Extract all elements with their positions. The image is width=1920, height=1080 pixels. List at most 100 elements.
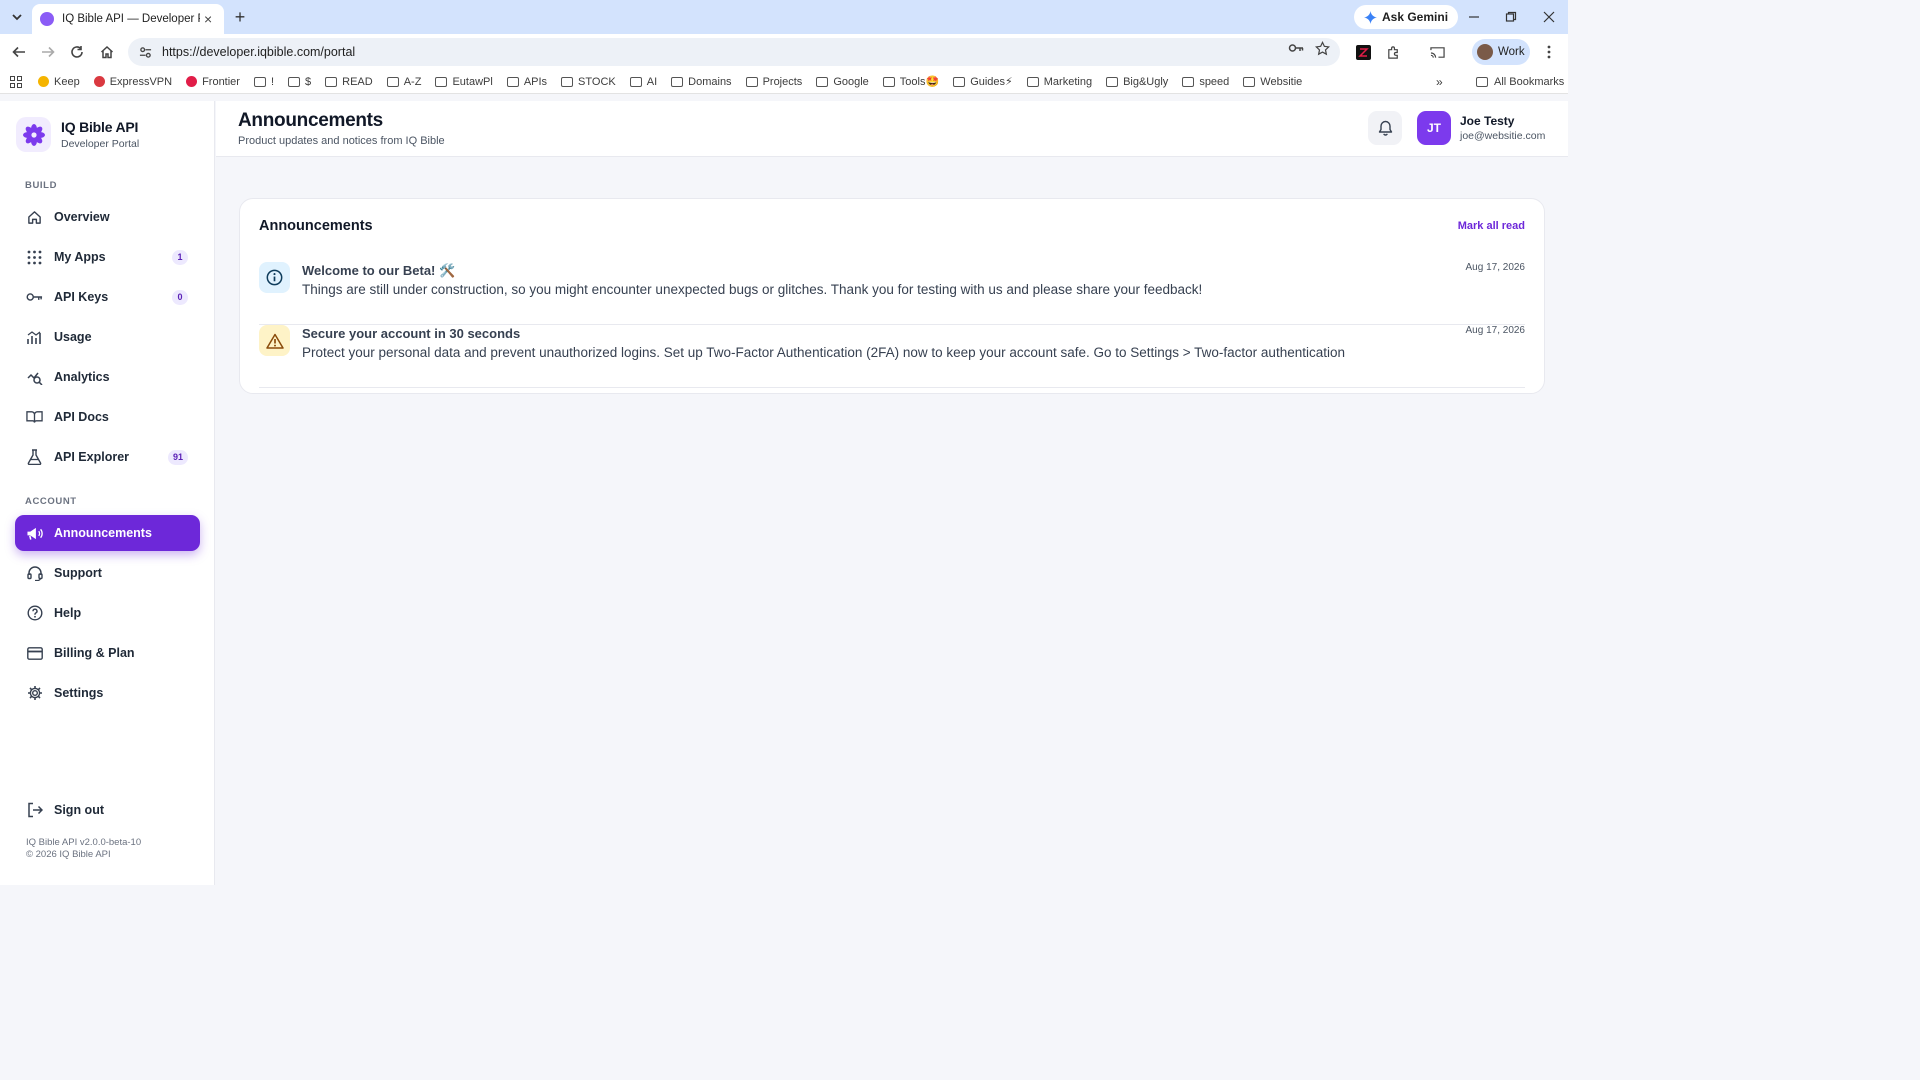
- restore-icon[interactable]: [1500, 6, 1522, 28]
- folder-icon: [745, 76, 758, 87]
- bookmark-item[interactable]: ExpressVPN: [93, 76, 172, 88]
- browser-tab-active[interactable]: IQ Bible API — Developer Portal ×: [32, 4, 224, 34]
- sidebar-item-analytics[interactable]: Analytics: [15, 359, 200, 395]
- brand[interactable]: IQ Bible API Developer Portal: [16, 117, 139, 152]
- bookmark-item[interactable]: Guides⚡: [953, 75, 1013, 88]
- bookmark-star-icon[interactable]: [1313, 39, 1331, 57]
- extensions-puzzle-icon[interactable]: [1382, 41, 1404, 63]
- sidebar-item-label: Announcements: [54, 526, 152, 540]
- sidebar-item-api-explorer[interactable]: API Explorer 91: [15, 439, 200, 475]
- section-label-build: BUILD: [25, 180, 58, 191]
- bookmark-item[interactable]: Keep: [38, 76, 80, 88]
- cast-icon[interactable]: [1426, 41, 1448, 63]
- count-badge: 0: [172, 289, 188, 305]
- user-avatar[interactable]: JT: [1417, 111, 1451, 145]
- sidebar-item-help[interactable]: Help: [15, 595, 200, 631]
- sidebar-item-usage[interactable]: Usage: [15, 319, 200, 355]
- grid-icon: [26, 249, 43, 266]
- sidebar-item-api-keys[interactable]: API Keys 0: [15, 279, 200, 315]
- bookmark-label: !: [270, 75, 275, 88]
- announcement-body: Protect your personal data and prevent u…: [302, 345, 1345, 360]
- section-label-account: ACCOUNT: [25, 496, 77, 507]
- extension-z-icon[interactable]: [1352, 41, 1374, 63]
- bookmark-item[interactable]: Google: [816, 75, 869, 88]
- sign-out-button[interactable]: Sign out: [15, 792, 200, 828]
- bookmark-item[interactable]: AI: [629, 76, 657, 88]
- bookmark-item[interactable]: A-Z: [386, 76, 421, 88]
- expressvpn-icon: [93, 76, 105, 87]
- sidebar-item-settings[interactable]: Settings: [15, 675, 200, 711]
- folder-icon: [1026, 76, 1039, 87]
- bookmark-item[interactable]: $: [288, 76, 311, 88]
- browser-menu-icon[interactable]: [1538, 41, 1560, 63]
- bookmark-item[interactable]: EutawPl: [435, 76, 493, 88]
- sidebar-item-label: Support: [54, 566, 102, 580]
- keep-icon: [38, 76, 49, 87]
- close-window-icon[interactable]: [1538, 6, 1560, 28]
- minimize-icon[interactable]: [1463, 6, 1485, 28]
- user-name[interactable]: Joe Testy: [1460, 114, 1514, 128]
- sidebar-item-support[interactable]: Support: [15, 555, 200, 591]
- bookmark-label: Google: [833, 75, 869, 88]
- bookmark-item[interactable]: Projects: [745, 76, 802, 88]
- home-button-icon[interactable]: [96, 41, 118, 63]
- site-settings-icon[interactable]: [136, 43, 154, 61]
- all-bookmarks-button[interactable]: All Bookmarks: [1476, 76, 1564, 88]
- sidebar-item-label: API Keys: [54, 290, 109, 304]
- sidebar-item-api-docs[interactable]: API Docs: [15, 399, 200, 435]
- bookmark-item[interactable]: Frontier: [186, 76, 240, 88]
- sidebar-item-label: Settings: [54, 686, 104, 700]
- bookmark-item[interactable]: STOCK: [561, 76, 616, 88]
- notifications-button[interactable]: [1368, 111, 1402, 145]
- folder-icon: [671, 76, 684, 87]
- bookmark-item[interactable]: Tools🤩: [882, 75, 939, 88]
- apps-grid-icon[interactable]: [10, 75, 22, 88]
- folder-icon: [386, 76, 399, 87]
- profile-button[interactable]: Work: [1472, 39, 1530, 65]
- sidebar-item-my-apps[interactable]: My Apps 1: [15, 239, 200, 275]
- new-tab-button[interactable]: +: [230, 7, 250, 27]
- bookmark-label: Domains: [688, 75, 732, 88]
- forward-arrow-icon[interactable]: [37, 41, 59, 63]
- bookmark-item[interactable]: Big&Ugly: [1106, 76, 1168, 88]
- tab-title: IQ Bible API — Developer Portal: [62, 13, 200, 25]
- bookmark-item[interactable]: Domains: [671, 75, 732, 88]
- analytics-icon: [26, 369, 43, 386]
- bookmark-label: Keep: [54, 75, 80, 88]
- tab-close-icon[interactable]: ×: [200, 11, 216, 27]
- folder-icon: [882, 76, 895, 87]
- announcement-item[interactable]: Welcome to our Beta! 🛠️ Things are still…: [259, 262, 1525, 325]
- password-key-icon[interactable]: [1287, 39, 1305, 57]
- bookmark-item[interactable]: READ: [325, 76, 373, 88]
- sign-out-label: Sign out: [54, 803, 104, 817]
- address-bar[interactable]: https://developer.iqbible.com/portal: [128, 38, 1340, 66]
- sidebar-item-label: Usage: [54, 330, 92, 344]
- more-bookmarks-icon[interactable]: »: [1436, 75, 1443, 89]
- bookmark-item[interactable]: !: [253, 75, 275, 88]
- page-title: Announcements: [238, 110, 383, 131]
- key-icon: [26, 289, 43, 306]
- sidebar-item-overview[interactable]: Overview: [15, 199, 200, 235]
- page-subtitle: Product updates and notices from IQ Bibl…: [238, 135, 445, 147]
- bookmark-label: Marketing: [1043, 75, 1093, 88]
- browser-toolbar: https://developer.iqbible.com/portal Wor…: [0, 34, 1568, 70]
- ask-gemini-label: Ask Gemini: [1382, 10, 1449, 24]
- announcement-item[interactable]: Secure your account in 30 seconds Protec…: [259, 325, 1525, 388]
- bookmark-label: STOCK: [578, 75, 616, 88]
- tab-search-button[interactable]: [6, 6, 28, 28]
- reload-icon[interactable]: [66, 41, 88, 63]
- bookmark-item[interactable]: Websitie: [1243, 76, 1302, 88]
- all-bookmarks-label: All Bookmarks: [1494, 76, 1565, 88]
- bookmark-label: speed: [1199, 75, 1230, 88]
- version-text: IQ Bible API v2.0.0-beta-10: [26, 837, 142, 848]
- ask-gemini-button[interactable]: Ask Gemini: [1354, 5, 1459, 29]
- bookmark-item[interactable]: Marketing: [1026, 75, 1093, 88]
- sidebar-item-announcements[interactable]: Announcements: [15, 515, 200, 551]
- bookmark-item[interactable]: APIs: [506, 76, 547, 88]
- announcements-card: Announcements Mark all read Welcome to o…: [239, 198, 1545, 394]
- sidebar-item-billing[interactable]: Billing & Plan: [15, 635, 200, 671]
- back-arrow-icon[interactable]: [8, 41, 30, 63]
- bookmark-item[interactable]: speed: [1182, 76, 1229, 88]
- page-header: Announcements Product updates and notice…: [216, 101, 1568, 157]
- mark-all-read-button[interactable]: Mark all read: [1458, 220, 1525, 232]
